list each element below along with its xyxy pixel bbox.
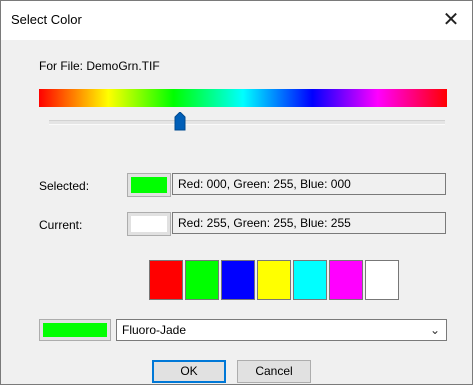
- select-color-dialog: Select Color ✕ For File: DemoGrn.TIF Sel…: [0, 0, 473, 385]
- selected-color-fill: [131, 177, 167, 193]
- selected-rgb-readout: Red: 000, Green: 255, Blue: 000: [172, 173, 446, 195]
- current-rgb-readout: Red: 255, Green: 255, Blue: 255: [172, 212, 446, 234]
- current-color-swatch[interactable]: [127, 212, 171, 236]
- dye-select-value: Fluoro-Jade: [122, 323, 187, 337]
- palette-swatch[interactable]: [185, 260, 219, 300]
- chevron-down-icon: ⌄: [429, 323, 440, 337]
- palette-swatch[interactable]: [293, 260, 327, 300]
- color-spectrum-bar[interactable]: [39, 89, 447, 107]
- ok-button[interactable]: OK: [152, 360, 226, 383]
- hue-slider-thumb[interactable]: [174, 112, 186, 131]
- selected-color-swatch[interactable]: [127, 173, 171, 197]
- dye-select[interactable]: Fluoro-Jade ⌄: [116, 319, 447, 341]
- window-title: Select Color: [11, 12, 82, 27]
- selected-label: Selected:: [39, 179, 90, 193]
- palette-swatch[interactable]: [221, 260, 255, 300]
- cancel-button[interactable]: Cancel: [237, 360, 311, 383]
- palette-swatch[interactable]: [257, 260, 291, 300]
- dye-color-swatch[interactable]: [39, 319, 111, 341]
- palette-swatch[interactable]: [329, 260, 363, 300]
- palette-swatch[interactable]: [365, 260, 399, 300]
- title-bar: Select Color ✕: [1, 1, 472, 40]
- current-label: Current:: [39, 218, 83, 232]
- file-label: For File: DemoGrn.TIF: [39, 59, 160, 73]
- dye-color-fill: [43, 323, 107, 337]
- palette-swatch[interactable]: [149, 260, 183, 300]
- preset-color-palette: [149, 260, 404, 302]
- hue-slider-track[interactable]: [49, 120, 445, 125]
- close-icon[interactable]: ✕: [436, 5, 466, 35]
- current-color-fill: [131, 216, 167, 232]
